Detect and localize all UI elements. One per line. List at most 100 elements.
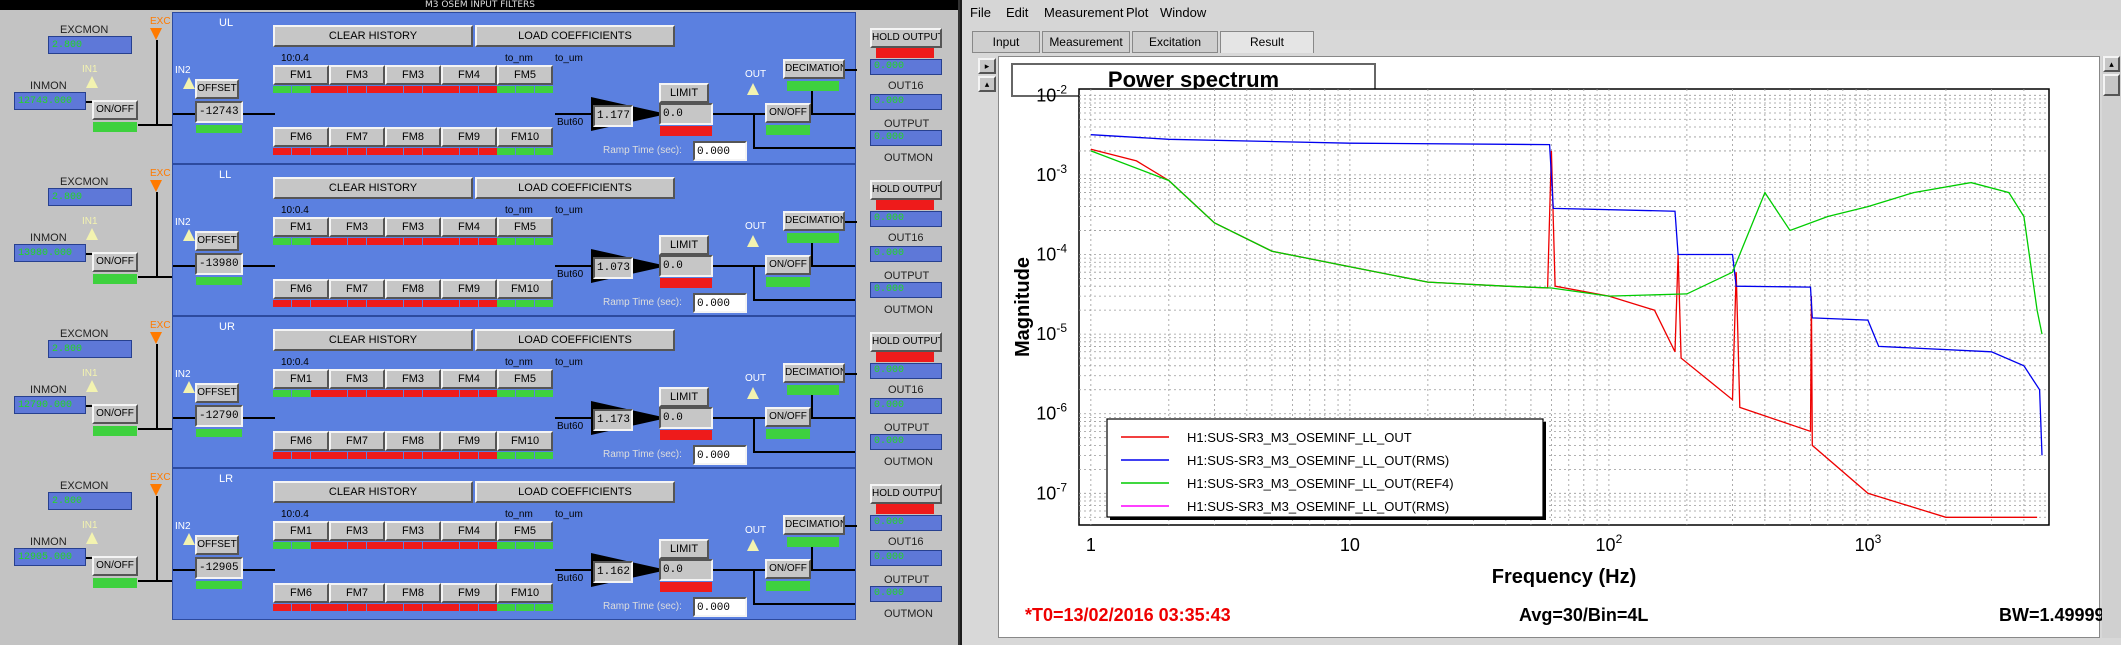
load-coefficients-button[interactable]: LOAD COEFFICIENTS [475,25,675,47]
offset-button[interactable]: OFFSET [195,79,239,99]
limit-value[interactable]: 0.0 [659,559,713,581]
output-onoff-button[interactable]: ON/OFF [765,559,811,579]
menu-edit[interactable]: Edit [1006,5,1028,20]
fm5-button[interactable]: FM5 [497,217,553,237]
scroll-thumb[interactable] [2103,74,2120,96]
offset-button[interactable]: OFFSET [195,535,239,555]
fm2-button[interactable]: FM3 [329,217,385,237]
fm10-button[interactable]: FM10 [497,583,553,603]
fm7-button[interactable]: FM7 [329,431,385,451]
clear-history-button[interactable]: CLEAR HISTORY [273,177,473,199]
scroll-up-arrow-icon[interactable]: ▴ [2103,56,2120,72]
fm1-button[interactable]: FM1 [273,369,329,389]
fm3-button[interactable]: FM3 [385,521,441,541]
fm10-button[interactable]: FM10 [497,127,553,147]
fm6-button[interactable]: FM6 [273,583,329,603]
tab-result[interactable]: Result [1220,31,1314,53]
load-coefficients-button[interactable]: LOAD COEFFICIENTS [475,481,675,503]
limit-button[interactable]: LIMIT [659,387,709,407]
load-coefficients-button[interactable]: LOAD COEFFICIENTS [475,177,675,199]
menu-file[interactable]: File [970,5,991,20]
hold-output-button[interactable]: HOLD OUTPUT [870,180,942,200]
fm5-button[interactable]: FM5 [497,521,553,541]
pane-collapse-button[interactable]: ▸ [978,58,996,74]
limit-value[interactable]: 0.0 [659,407,713,429]
tab-excitation[interactable]: Excitation [1132,31,1218,53]
limit-button[interactable]: LIMIT [659,539,709,559]
offset-value[interactable]: -13980. [195,253,243,275]
gain-value[interactable]: 1.177 [593,105,633,127]
fm10-button[interactable]: FM10 [497,279,553,299]
output-onoff-button[interactable]: ON/OFF [765,103,811,123]
fm5-button[interactable]: FM5 [497,369,553,389]
plot-area[interactable]: Power spectrum 1 10 102 103 10-7 10-6 10-5 10-4… [998,56,2105,638]
fm10-button[interactable]: FM10 [497,431,553,451]
pane-scroll-up-button[interactable]: ▴ [978,76,996,92]
fm2-button[interactable]: FM3 [329,369,385,389]
menu-plot[interactable]: Plot [1126,5,1148,20]
fm6-button[interactable]: FM6 [273,127,329,147]
offset-value[interactable]: -12905. [195,557,243,579]
fm4-button[interactable]: FM4 [441,369,497,389]
input-onoff-button[interactable]: ON/OFF [92,100,138,120]
fm8-button[interactable]: FM8 [385,127,441,147]
power-spectrum-chart[interactable]: 1 10 102 103 10-7 10-6 10-5 10-4 10-3 10-2 Frequen… [999,57,2099,637]
hold-output-button[interactable]: HOLD OUTPUT [870,484,942,504]
vertical-scrollbar[interactable]: ▴ [2102,56,2121,638]
fm6-button[interactable]: FM6 [273,431,329,451]
gain-value[interactable]: 1.162 [593,561,633,583]
clear-history-button[interactable]: CLEAR HISTORY [273,25,473,47]
fm3-button[interactable]: FM3 [385,369,441,389]
limit-value[interactable]: 0.0 [659,103,713,125]
input-onoff-button[interactable]: ON/OFF [92,556,138,576]
clear-history-button[interactable]: CLEAR HISTORY [273,481,473,503]
fm2-button[interactable]: FM3 [329,65,385,85]
output-onoff-button[interactable]: ON/OFF [765,407,811,427]
input-onoff-button[interactable]: ON/OFF [92,252,138,272]
fm8-button[interactable]: FM8 [385,431,441,451]
output-onoff-button[interactable]: ON/OFF [765,255,811,275]
hold-output-button[interactable]: HOLD OUTPUT [870,28,942,48]
load-coefficients-button[interactable]: LOAD COEFFICIENTS [475,329,675,351]
fm1-button[interactable]: FM1 [273,217,329,237]
fm3-button[interactable]: FM3 [385,217,441,237]
fm4-button[interactable]: FM4 [441,65,497,85]
limit-value[interactable]: 0.0 [659,255,713,277]
fm6-button[interactable]: FM6 [273,279,329,299]
gain-value[interactable]: 1.173 [593,409,633,431]
offset-button[interactable]: OFFSET [195,383,239,403]
fm9-button[interactable]: FM9 [441,583,497,603]
ramp-time-input[interactable]: 0.000 [693,597,747,617]
tab-measurement[interactable]: Measurement [1042,31,1130,53]
fm7-button[interactable]: FM7 [329,127,385,147]
tab-input[interactable]: Input [972,31,1040,53]
decimation-button[interactable]: DECIMATION [783,59,845,79]
fm2-button[interactable]: FM3 [329,521,385,541]
clear-history-button[interactable]: CLEAR HISTORY [273,329,473,351]
offset-button[interactable]: OFFSET [195,231,239,251]
hold-output-button[interactable]: HOLD OUTPUT [870,332,942,352]
ramp-time-input[interactable]: 0.000 [693,445,747,465]
fm9-button[interactable]: FM9 [441,127,497,147]
decimation-button[interactable]: DECIMATION [783,363,845,383]
offset-value[interactable]: -12743. [195,101,243,123]
fm1-button[interactable]: FM1 [273,521,329,541]
fm8-button[interactable]: FM8 [385,583,441,603]
input-onoff-button[interactable]: ON/OFF [92,404,138,424]
fm3-button[interactable]: FM3 [385,65,441,85]
gain-value[interactable]: 1.073 [593,257,633,279]
fm9-button[interactable]: FM9 [441,279,497,299]
fm7-button[interactable]: FM7 [329,279,385,299]
fm8-button[interactable]: FM8 [385,279,441,299]
ramp-time-input[interactable]: 0.000 [693,293,747,313]
decimation-button[interactable]: DECIMATION [783,515,845,535]
offset-value[interactable]: -12790. [195,405,243,427]
fm1-button[interactable]: FM1 [273,65,329,85]
limit-button[interactable]: LIMIT [659,235,709,255]
fm4-button[interactable]: FM4 [441,521,497,541]
fm4-button[interactable]: FM4 [441,217,497,237]
menu-window[interactable]: Window [1160,5,1206,20]
decimation-button[interactable]: DECIMATION [783,211,845,231]
fm5-button[interactable]: FM5 [497,65,553,85]
limit-button[interactable]: LIMIT [659,83,709,103]
